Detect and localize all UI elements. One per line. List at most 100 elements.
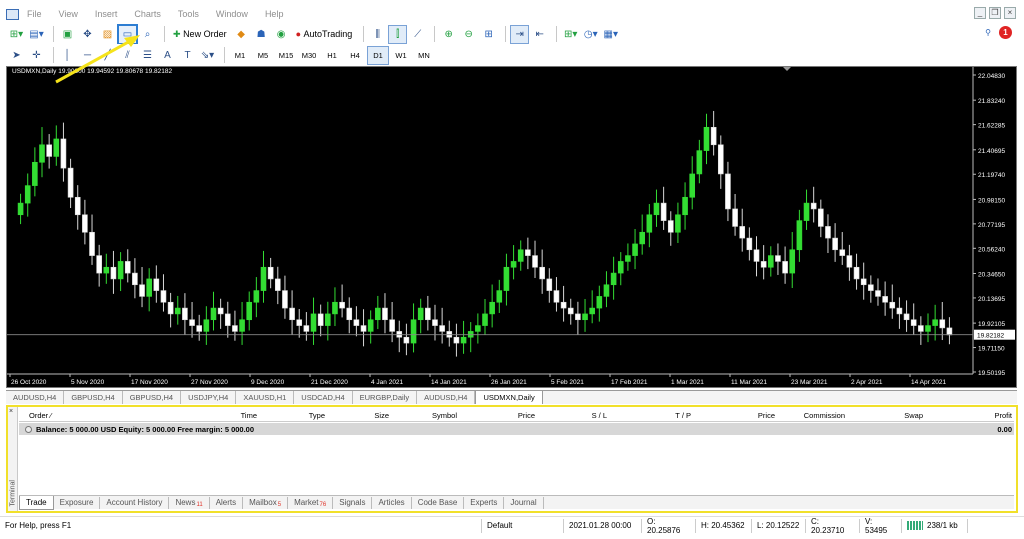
strategy-tester-icon[interactable]: ⌕ (139, 26, 156, 43)
col-symbol[interactable]: Symbol (389, 411, 457, 420)
chart-tab-xauusd-h1[interactable]: XAUUSD,H1 (236, 391, 295, 404)
menu-insert[interactable]: Insert (95, 9, 118, 19)
bar-chart-icon[interactable]: ⫼ (369, 26, 386, 43)
candle-body (174, 307, 181, 315)
chart-shift-icon[interactable]: ⇤ (531, 26, 548, 43)
line-chart-icon[interactable]: ⟋ (409, 26, 426, 43)
notification-badge[interactable]: 1 (999, 26, 1012, 39)
tab-articles[interactable]: Articles (372, 496, 412, 509)
vertical-line-icon[interactable]: │ (59, 47, 76, 64)
col-type[interactable]: Type (257, 411, 325, 420)
profiles-icon[interactable]: ▤▾ (28, 26, 45, 43)
chart-tab-gbpusd-h4[interactable]: GBPUSD,H4 (64, 391, 123, 404)
chart-tab-audusd-h4[interactable]: AUDUSD,H4 (6, 391, 65, 404)
zoom-in-icon[interactable]: ⊕ (440, 26, 457, 43)
balance-row[interactable]: Balance: 5 000.00 USD Equity: 5 000.00 F… (19, 423, 1014, 435)
col-swap[interactable]: Swap (845, 411, 923, 420)
col-tp[interactable]: T / P (607, 411, 691, 420)
market-watch-icon[interactable]: ▣ (59, 26, 76, 43)
periods-icon[interactable]: ◷▾ (582, 26, 599, 43)
price-chart[interactable]: 22.04830 21.83240 21.62285 21.40695 21.19740… (7, 67, 1016, 387)
candle-body (703, 126, 710, 151)
status-profile[interactable]: Default (482, 518, 564, 533)
chart-window[interactable]: 22.04830 21.83240 21.62285 21.40695 21.19740… (6, 66, 1017, 388)
close-icon[interactable]: × (9, 408, 13, 415)
menu-file[interactable]: File (27, 9, 42, 19)
autoscroll-icon[interactable]: ⇥ (510, 24, 530, 44)
navigator-icon[interactable]: ✥ (79, 26, 96, 43)
menu-charts[interactable]: Charts (134, 9, 161, 19)
tab-exposure[interactable]: Exposure (54, 496, 101, 509)
vps-icon[interactable]: ◉ (273, 26, 290, 43)
restore-icon[interactable]: ❐ (989, 7, 1001, 19)
timeframe-m30[interactable]: M30 (299, 47, 319, 64)
community-icon[interactable]: ☗ (253, 26, 270, 43)
menu-window[interactable]: Window (216, 9, 248, 19)
timeframe-m15[interactable]: M15 (276, 47, 296, 64)
candle-body (425, 307, 431, 321)
chart-tab-usdjpy-h4[interactable]: USDJPY,H4 (181, 391, 237, 404)
col-size[interactable]: Size (325, 411, 389, 420)
chart-tab-gbpusd-h4-2[interactable]: GBPUSD,H4 (123, 391, 182, 404)
chart-tab-eurgbp-daily[interactable]: EURGBP,Daily (353, 391, 418, 404)
tab-news[interactable]: News 11 (169, 496, 210, 509)
tab-signals[interactable]: Signals (333, 496, 373, 509)
date-label: 9 Dec 2020 (251, 379, 285, 386)
tab-code-base[interactable]: Code Base (412, 496, 465, 509)
col-price[interactable]: Price (457, 411, 535, 420)
chart-tab-usdmxn-daily[interactable]: USDMXN,Daily (475, 390, 543, 404)
col-commission[interactable]: Commission (775, 411, 845, 420)
timeframe-m1[interactable]: M1 (230, 47, 250, 64)
arrows-icon[interactable]: ⇘▾ (199, 47, 216, 64)
tab-trade[interactable]: Trade (19, 495, 54, 510)
tab-market[interactable]: Market 76 (288, 496, 334, 509)
terminal-toggle-icon[interactable]: ▭ (117, 23, 138, 45)
timeframe-d1[interactable]: D1 (367, 45, 389, 65)
menu-view[interactable]: View (59, 9, 78, 19)
tile-windows-icon[interactable]: ⊞ (480, 26, 497, 43)
tab-mailbox[interactable]: Mailbox 5 (243, 496, 289, 509)
menu-tools[interactable]: Tools (178, 9, 199, 19)
col-profit[interactable]: Profit (923, 411, 1014, 420)
tab-experts[interactable]: Experts (464, 496, 505, 509)
cursor-icon[interactable]: ➤ (8, 47, 25, 64)
text-icon[interactable]: A (159, 47, 176, 64)
new-chart-icon[interactable]: ⊞▾ (8, 26, 25, 43)
menu-help[interactable]: Help (265, 9, 284, 19)
crosshair-icon[interactable]: ✛ (28, 47, 45, 64)
new-order-button[interactable]: ✚ New Order (170, 26, 230, 43)
candle-body (689, 173, 696, 198)
autotrading-button[interactable]: ● AutoTrading (293, 26, 356, 43)
timeframe-h1[interactable]: H1 (322, 47, 342, 64)
tab-alerts[interactable]: Alerts (210, 496, 244, 509)
templates-icon[interactable]: ▦▾ (602, 26, 619, 43)
status-traffic[interactable]: 238/1 kb (902, 518, 968, 533)
channel-icon[interactable]: ⫽ (119, 47, 136, 64)
horizontal-line-icon[interactable]: ─ (79, 47, 96, 64)
candle-body (939, 319, 946, 329)
tab-account-history[interactable]: Account History (100, 496, 170, 509)
close-icon[interactable]: × (1004, 7, 1016, 19)
col-price-current[interactable]: Price (691, 411, 775, 420)
chart-tab-audusd-h4-2[interactable]: AUDUSD,H4 (417, 391, 476, 404)
timeframe-mn[interactable]: MN (414, 47, 434, 64)
col-order[interactable]: Order ⁄ (19, 411, 97, 420)
col-sl[interactable]: S / L (535, 411, 607, 420)
col-time[interactable]: Time (97, 411, 257, 420)
timeframe-h4[interactable]: H4 (345, 47, 365, 64)
minimize-icon[interactable]: _ (974, 7, 986, 19)
search-icon[interactable]: ⚲ (985, 28, 991, 37)
candle-body (882, 296, 888, 303)
text-label-icon[interactable]: T (179, 47, 196, 64)
indicators-icon[interactable]: ⊞▾ (562, 26, 579, 43)
timeframe-m5[interactable]: M5 (253, 47, 273, 64)
metaeditor-icon[interactable]: ◆ (233, 26, 250, 43)
trendline-icon[interactable]: ╱ (99, 47, 116, 64)
data-window-icon[interactable]: ▨ (99, 26, 116, 43)
chart-tab-usdcad-h4[interactable]: USDCAD,H4 (294, 391, 353, 404)
candlestick-chart-icon[interactable]: ⫿ (388, 24, 408, 44)
tab-journal[interactable]: Journal (504, 496, 544, 509)
fibonacci-icon[interactable]: ☰ (139, 47, 156, 64)
timeframe-w1[interactable]: W1 (391, 47, 411, 64)
zoom-out-icon[interactable]: ⊖ (460, 26, 477, 43)
